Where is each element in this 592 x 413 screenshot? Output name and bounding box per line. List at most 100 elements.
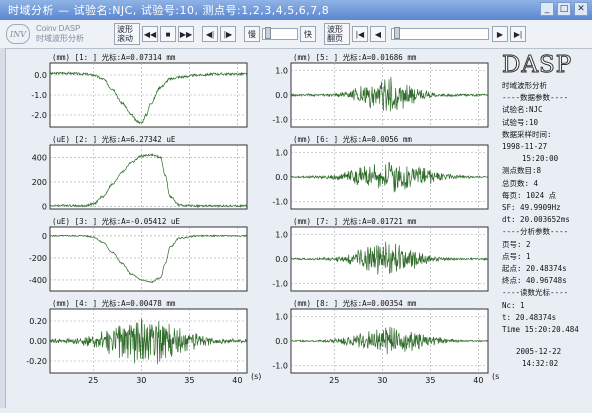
y-tick-label: 0.0: [34, 71, 47, 80]
plot-7: (mm) [7: ] 光标:A=0.01721 mm 1.0 0.0 -1.0: [272, 216, 489, 292]
plot-title-5: (mm) [5: ] 光标:A=0.01686 mm: [293, 52, 417, 62]
page-slider-knob[interactable]: [394, 27, 400, 39]
prev-page-button[interactable]: ◀: [370, 26, 386, 42]
analysis-params-header: ----分析参数----: [502, 227, 569, 237]
y-tick-label: 0: [42, 232, 47, 241]
close-icon[interactable]: ✕: [574, 2, 588, 16]
footer-date: 2005-12-22: [516, 347, 562, 357]
plot-1: (mm) [1: ] 光标:A=0.07314 mm 0.0 -1.0 -2.0: [31, 52, 248, 128]
sampling-frequency: SF: 49.9909Hz: [502, 203, 561, 213]
y-tick-label: 1.0: [275, 230, 288, 239]
x-tick-label: 30: [377, 376, 387, 385]
window-title: 时域分析 — 试验名:NJC, 试验号:10, 测点号:1,2,3,4,5,6,…: [8, 4, 330, 17]
speed-slider[interactable]: [262, 27, 298, 40]
maximize-icon[interactable]: □: [557, 2, 571, 16]
x-tick-label: 35: [425, 376, 435, 385]
x-tick-label: 30: [136, 376, 146, 385]
sample-time-label: 数据采样时间:: [502, 129, 552, 139]
app-name-line1: Coinv DASP: [36, 24, 81, 33]
minimize-icon[interactable]: _: [540, 2, 554, 16]
y-tick-label: 400: [32, 153, 47, 162]
y-tick-label: 0.0: [275, 337, 288, 346]
page-number: 页号: 2: [502, 239, 531, 249]
last-page-button[interactable]: ▶|: [510, 26, 526, 42]
y-tick-label: 0: [42, 203, 47, 212]
plot-title-2: (uE) [2: ] 光标:A=6.27342 uE: [52, 134, 176, 144]
plot-2: (uE) [2: ] 光标:A=6.27342 uE 400 200 0: [32, 134, 248, 212]
cursor-time: Time 15:20:20.484: [502, 325, 579, 335]
slow-button[interactable]: 慢: [244, 26, 260, 42]
y-tick-label: -2.0: [31, 111, 47, 120]
fast-forward-button[interactable]: ▶▶: [178, 26, 194, 42]
y-tick-label: -1.0: [272, 116, 288, 125]
y-tick-label: 1.0: [275, 312, 288, 321]
page-label-text: 波形翻页: [327, 25, 343, 43]
y-tick-label: -0.20: [26, 357, 47, 366]
x-unit-label: (s): [492, 372, 500, 381]
cursor-params-header: ----读数光标----: [502, 288, 569, 298]
x-unit-label: (s): [251, 372, 261, 381]
channel-count: 测点数目:8: [502, 166, 542, 176]
y-tick-label: -400: [29, 276, 47, 285]
title-bar: 时域分析 — 试验名:NJC, 试验号:10, 测点号:1,2,3,4,5,6,…: [0, 0, 592, 20]
data-params-header: ----数据参数----: [502, 93, 569, 103]
x-tick-label: 35: [184, 376, 194, 385]
sampling-interval: dt: 20.003652ms: [502, 215, 570, 225]
y-tick-label: 1.0: [275, 66, 288, 75]
sample-time: 15:20:00: [522, 154, 559, 164]
plot-title-8: (mm) [8: ] 光标:A=0.00354 mm: [293, 298, 417, 308]
plot-4: (mm) [4: ] 光标:A=0.00478 mm 0.20 0.00 -0.20 2…: [26, 298, 261, 385]
points-per-page: 每页: 1024 点: [502, 190, 557, 200]
point-number: 点号: 1: [502, 251, 531, 261]
end-time: 终点: 40.96748s: [502, 276, 567, 286]
y-tick-label: -200: [29, 254, 47, 263]
cursor-nc: Nc: 1: [502, 300, 525, 310]
cursor-t: t: 20.48374s: [502, 312, 557, 322]
page-slider[interactable]: [391, 27, 489, 40]
plot-title-1: (mm) [1: ] 光标:A=0.07314 mm: [52, 52, 176, 62]
y-tick-label: 0.0: [275, 255, 288, 264]
test-number: 试验号:10: [502, 117, 539, 127]
plot-title-6: (mm) [6: ] 光标:A=0.0056 mm: [293, 134, 412, 144]
y-tick-label: 0.0: [275, 173, 288, 182]
y-tick-label: -1.0: [31, 91, 47, 100]
x-tick-label: 40: [232, 376, 242, 385]
app-logo: INV: [6, 24, 30, 44]
page-label: 波形翻页: [324, 23, 350, 45]
step-back-button[interactable]: ◀|: [202, 26, 218, 42]
x-tick-label: 25: [329, 376, 339, 385]
app-name: Coinv DASP 时域波形分析: [36, 24, 114, 44]
scroll-label: 波形滚动: [114, 23, 140, 45]
next-page-button[interactable]: ▶: [492, 26, 508, 42]
test-name: 试验名:NJC: [502, 105, 543, 115]
fast-button[interactable]: 快: [300, 26, 316, 42]
x-tick-label: 25: [88, 376, 98, 385]
plot-6: (mm) [6: ] 光标:A=0.0056 mm 1.0 0.0 -1.0: [272, 134, 489, 210]
x-tick-label: 40: [473, 376, 483, 385]
footer-time: 14:32:02: [522, 359, 559, 369]
fast-back-button[interactable]: ◀◀: [142, 26, 158, 42]
sample-date: 1998-11-27: [502, 142, 548, 152]
speed-slider-knob[interactable]: [265, 27, 271, 39]
plot-8: (mm) [8: ] 光标:A=0.00354 mm 1.0 0.0 -1.0 25 30…: [272, 298, 500, 385]
y-tick-label: 0.00: [29, 337, 47, 346]
plot-5: (mm) [5: ] 光标:A=0.01686 mm 1.0 0.0 -1.0: [272, 52, 489, 128]
dasp-logo: DASP: [502, 52, 573, 79]
y-tick-label: -1.0: [272, 198, 288, 207]
scroll-label-text: 波形滚动: [117, 25, 133, 43]
y-tick-label: 200: [32, 178, 47, 187]
toolbar: INV Coinv DASP 时域波形分析 波形滚动 ◀◀ ■ ▶▶ ◀| |▶…: [0, 20, 592, 49]
plot-title-3: (uE) [3: ] 光标:A=-0.05412 uE: [52, 216, 180, 226]
page-count: 总页数: 4: [502, 178, 539, 188]
y-tick-label: 0.0: [275, 91, 288, 100]
step-forward-button[interactable]: |▶: [220, 26, 236, 42]
waveform-plots: (mm) [1: ] 光标:A=0.07314 mm 0.0 -1.0 -2.0 (uE…: [26, 52, 500, 385]
app-name-line2: 时域波形分析: [36, 34, 84, 43]
y-tick-label: 0.20: [29, 317, 47, 326]
plot-title-4: (mm) [4: ] 光标:A=0.00478 mm: [52, 298, 176, 308]
info-panel: DASP 时域波形分析 ----数据参数---- 试验名:NJC 试验号:10 …: [502, 52, 590, 408]
stop-button[interactable]: ■: [160, 26, 176, 42]
y-tick-label: -1.0: [272, 362, 288, 371]
plot-title-7: (mm) [7: ] 光标:A=0.01721 mm: [293, 216, 417, 226]
first-page-button[interactable]: |◀: [352, 26, 368, 42]
